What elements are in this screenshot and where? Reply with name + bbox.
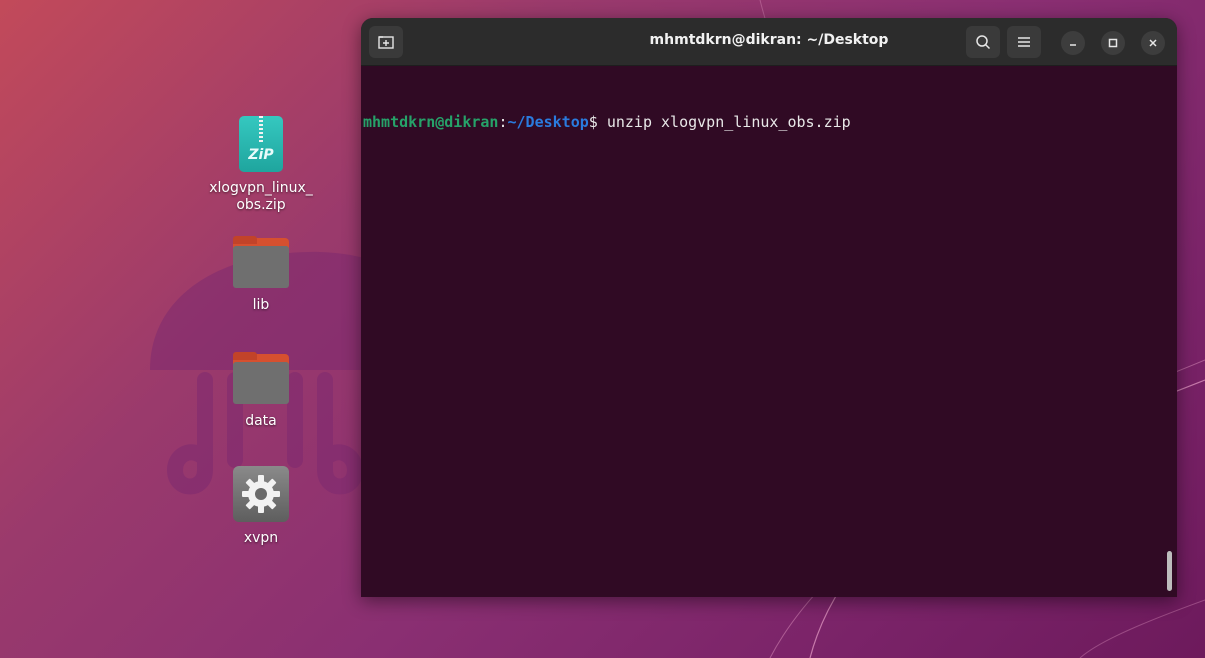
prompt-colon: : (498, 113, 508, 131)
desktop-icon-label: data (245, 413, 277, 429)
desktop-icon-data[interactable]: data (206, 352, 316, 430)
desktop-icon-lib[interactable]: lib (206, 236, 316, 314)
terminal-titlebar[interactable]: mhmtdkrn@dikran: ~/Desktop (361, 18, 1177, 66)
desktop-icon-label: lib (252, 297, 270, 313)
prompt-path: ~/Desktop (507, 113, 589, 131)
folder-icon (233, 352, 289, 404)
command-text: unzip xlogvpn_linux_obs.zip (606, 113, 851, 131)
scrollbar[interactable] (1167, 551, 1172, 591)
desktop-icon-label: xlogvpn_linux_ obs.zip (209, 180, 313, 213)
search-button[interactable] (966, 26, 1000, 58)
close-icon (1149, 39, 1157, 47)
maximize-button[interactable] (1101, 31, 1125, 55)
desktop-icon-label: xvpn (243, 530, 279, 546)
folder-icon (233, 236, 289, 288)
terminal-line: mhmtdkrn@dikran:~/Desktop$ unzip xlogvpn… (363, 111, 1177, 133)
new-tab-icon (378, 36, 394, 49)
close-button[interactable] (1141, 31, 1165, 55)
menu-button[interactable] (1007, 26, 1041, 58)
desktop-icon-xvpn[interactable]: xvpn (206, 466, 316, 547)
minimize-button[interactable] (1061, 31, 1085, 55)
prompt-symbol: $ (588, 113, 607, 131)
minimize-icon (1070, 44, 1076, 46)
new-tab-button[interactable] (369, 26, 403, 58)
prompt-user-host: mhmtdkrn@dikran (363, 113, 499, 131)
gear-icon (233, 466, 289, 522)
search-icon (976, 35, 991, 50)
terminal-output[interactable]: mhmtdkrn@dikran:~/Desktop$ unzip xlogvpn… (361, 67, 1177, 597)
hamburger-menu-icon (1018, 37, 1030, 47)
zip-file-icon: ZiP (239, 116, 283, 172)
desktop-icon-zip[interactable]: ZiP xlogvpn_linux_ obs.zip (206, 116, 316, 214)
window-title: mhmtdkrn@dikran: ~/Desktop (649, 32, 889, 48)
terminal-window[interactable]: mhmtdkrn@dikran: ~/Desktop mhmtdkrn@dikr… (361, 18, 1177, 597)
maximize-icon (1108, 38, 1118, 48)
